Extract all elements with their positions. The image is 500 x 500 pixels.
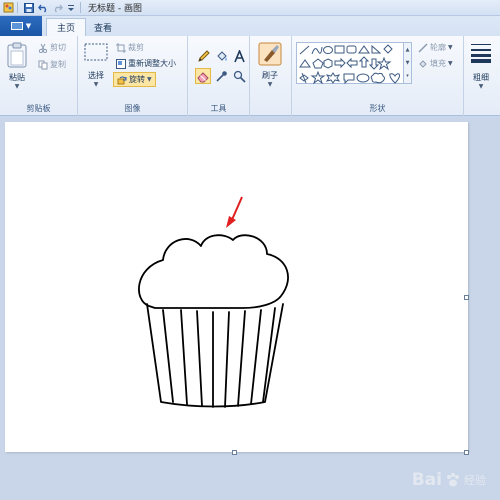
canvas-resize-handle-bottom[interactable]	[232, 450, 237, 455]
resize-button[interactable]: 重新调整大小	[116, 58, 176, 69]
brushes-group: 刷子 ▼	[250, 36, 292, 116]
canvas-resize-handle-right[interactable]	[464, 295, 469, 300]
magnifier-icon	[233, 70, 246, 83]
scissors-icon	[38, 43, 48, 53]
pencil-icon	[197, 49, 210, 62]
file-menu-button[interactable]: ▼	[0, 16, 42, 36]
fill-button[interactable]: 填充 ▼	[418, 58, 453, 69]
color-picker-tool[interactable]	[213, 68, 229, 84]
annotation-arrow	[226, 196, 243, 228]
drawing-canvas[interactable]	[5, 122, 468, 452]
chevron-down-icon: ▼	[25, 22, 32, 30]
clipboard-icon	[7, 42, 27, 68]
crop-icon	[116, 42, 126, 53]
expand-gallery-icon[interactable]: ▾	[406, 73, 409, 79]
watermark-sub: 经验	[464, 474, 486, 487]
crop-label: 裁剪	[128, 43, 144, 52]
shapes-group: ▲ ▼ ▾ 轮廓 ▼ 填充 ▼ 形状	[292, 36, 464, 116]
paint-app-icon[interactable]	[2, 2, 14, 14]
fill-icon	[216, 50, 227, 61]
save-icon[interactable]	[23, 2, 35, 14]
fill-label: 填充	[430, 59, 446, 68]
rotate-button[interactable]: 旋转 ▼	[113, 72, 156, 87]
scroll-down-icon[interactable]: ▼	[406, 60, 410, 66]
title-bar: 无标题 - 画图	[0, 0, 500, 16]
file-menu-icon	[10, 22, 23, 30]
window-title: 无标题 - 画图	[88, 4, 142, 14]
titlebar-divider	[17, 2, 18, 13]
baidu-watermark: Bai 经验	[412, 470, 486, 490]
tools-group-label: 工具	[210, 104, 227, 113]
canvas-resize-handle-corner[interactable]	[464, 450, 469, 455]
watermark-brand: Bai	[411, 470, 442, 490]
rotate-icon	[117, 76, 127, 84]
cupcake-drawing	[138, 196, 289, 408]
scroll-up-icon[interactable]: ▲	[406, 47, 410, 53]
resize-label: 重新调整大小	[128, 59, 176, 68]
crop-button[interactable]: 裁剪	[116, 42, 144, 53]
canvas-workspace: Bai 经验	[0, 117, 500, 500]
ribbon-tab-row: ▼ 主页 查看	[0, 16, 500, 36]
size-label: 粗细	[473, 73, 489, 82]
brush-icon	[258, 42, 282, 66]
image-group-label: 图像	[124, 104, 141, 113]
chevron-down-icon: ▼	[448, 60, 453, 67]
ribbon: 粘贴 ▼ 剪切 复制 剪贴板 选择 ▼ 裁剪 重新调整大小 旋转 ▼ 图像 工具…	[0, 36, 500, 116]
outline-label: 轮廓	[430, 43, 446, 52]
text-icon	[233, 49, 245, 62]
copy-label: 复制	[50, 60, 66, 69]
tab-home[interactable]: 主页	[46, 18, 87, 36]
image-group: 选择 ▼ 裁剪 重新调整大小 旋转 ▼ 图像	[78, 36, 188, 116]
chevron-down-icon: ▼	[93, 81, 99, 88]
select-label: 选择	[88, 71, 104, 80]
titlebar-divider	[80, 2, 81, 13]
shapes-group-label: 形状	[369, 104, 386, 113]
clipboard-group: 粘贴 ▼ 剪切 复制 剪贴板	[0, 36, 78, 116]
outline-icon	[418, 42, 428, 53]
cut-button[interactable]: 剪切	[38, 42, 66, 53]
cut-label: 剪切	[50, 43, 66, 52]
tools-group: 工具	[188, 36, 250, 116]
fill-bucket-icon	[419, 59, 427, 68]
clipboard-group-label: 剪贴板	[26, 104, 51, 113]
customize-quick-access-icon[interactable]	[65, 2, 77, 14]
resize-icon	[116, 58, 126, 69]
undo-icon[interactable]	[37, 2, 49, 14]
shapes-gallery-scrollbar[interactable]: ▲ ▼ ▾	[404, 42, 412, 84]
copy-button[interactable]: 复制	[38, 59, 66, 70]
tab-view[interactable]: 查看	[84, 18, 122, 36]
eraser-tool[interactable]	[195, 68, 211, 84]
fill-tool[interactable]	[213, 48, 229, 64]
size-group: 粗细 ▼	[464, 36, 500, 116]
pencil-tool[interactable]	[195, 48, 211, 64]
redo-icon[interactable]	[51, 2, 63, 14]
shapes-gallery-grid	[299, 44, 400, 85]
paste-button[interactable]: 粘贴 ▼	[6, 42, 28, 90]
brushes-label: 刷子	[262, 71, 278, 80]
paw-icon	[447, 473, 459, 487]
select-rectangle-icon	[84, 43, 108, 61]
copy-icon	[38, 60, 48, 69]
chevron-down-icon: ▼	[14, 83, 20, 90]
select-button[interactable]: 选择 ▼	[84, 42, 108, 88]
outline-button[interactable]: 轮廓 ▼	[418, 42, 453, 53]
size-button[interactable]: 粗细 ▼	[470, 42, 492, 90]
color-picker-icon	[215, 70, 227, 82]
chevron-down-icon: ▼	[147, 76, 152, 83]
eraser-icon	[196, 71, 209, 82]
chevron-down-icon: ▼	[478, 83, 484, 90]
text-tool[interactable]	[231, 48, 247, 64]
paste-label: 粘贴	[9, 73, 25, 82]
line-thickness-icon	[471, 44, 491, 63]
rotate-label: 旋转	[129, 75, 145, 84]
chevron-down-icon: ▼	[267, 81, 273, 88]
magnifier-tool[interactable]	[231, 68, 247, 84]
shapes-gallery	[296, 42, 404, 85]
chevron-down-icon: ▼	[448, 44, 453, 51]
brushes-button[interactable]: 刷子 ▼	[258, 42, 282, 88]
